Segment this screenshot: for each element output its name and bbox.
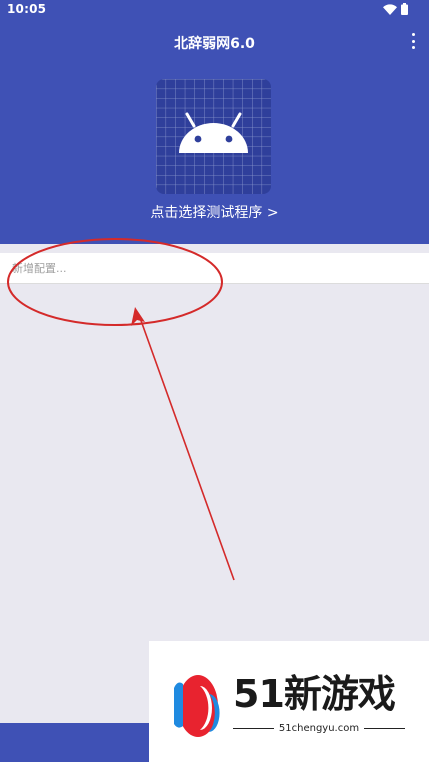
config-input[interactable] (12, 253, 412, 283)
battery-icon (401, 3, 408, 15)
wifi-icon (383, 3, 397, 15)
config-input-row (0, 253, 429, 284)
status-time: 10:05 (7, 2, 47, 16)
watermark-brand: 51新游戏 (233, 672, 396, 716)
watermark-url: 51chengyu.com (278, 723, 360, 734)
more-vert-icon[interactable] (409, 33, 417, 49)
select-test-program-link[interactable]: 点击选择测试程序 > (0, 202, 429, 222)
app-header: 10:05 北辞弱网6.0 点击选择测试程序 > (0, 0, 429, 244)
android-icon[interactable] (156, 79, 271, 194)
app-title: 北辞弱网6.0 (174, 36, 255, 52)
watermark-logo-icon (169, 666, 225, 746)
watermark-url-row: 51chengyu.com (233, 723, 406, 734)
status-icons (383, 3, 408, 15)
status-bar: 10:05 (0, 0, 429, 20)
watermark: 51新游戏 51chengyu.com (149, 641, 429, 762)
